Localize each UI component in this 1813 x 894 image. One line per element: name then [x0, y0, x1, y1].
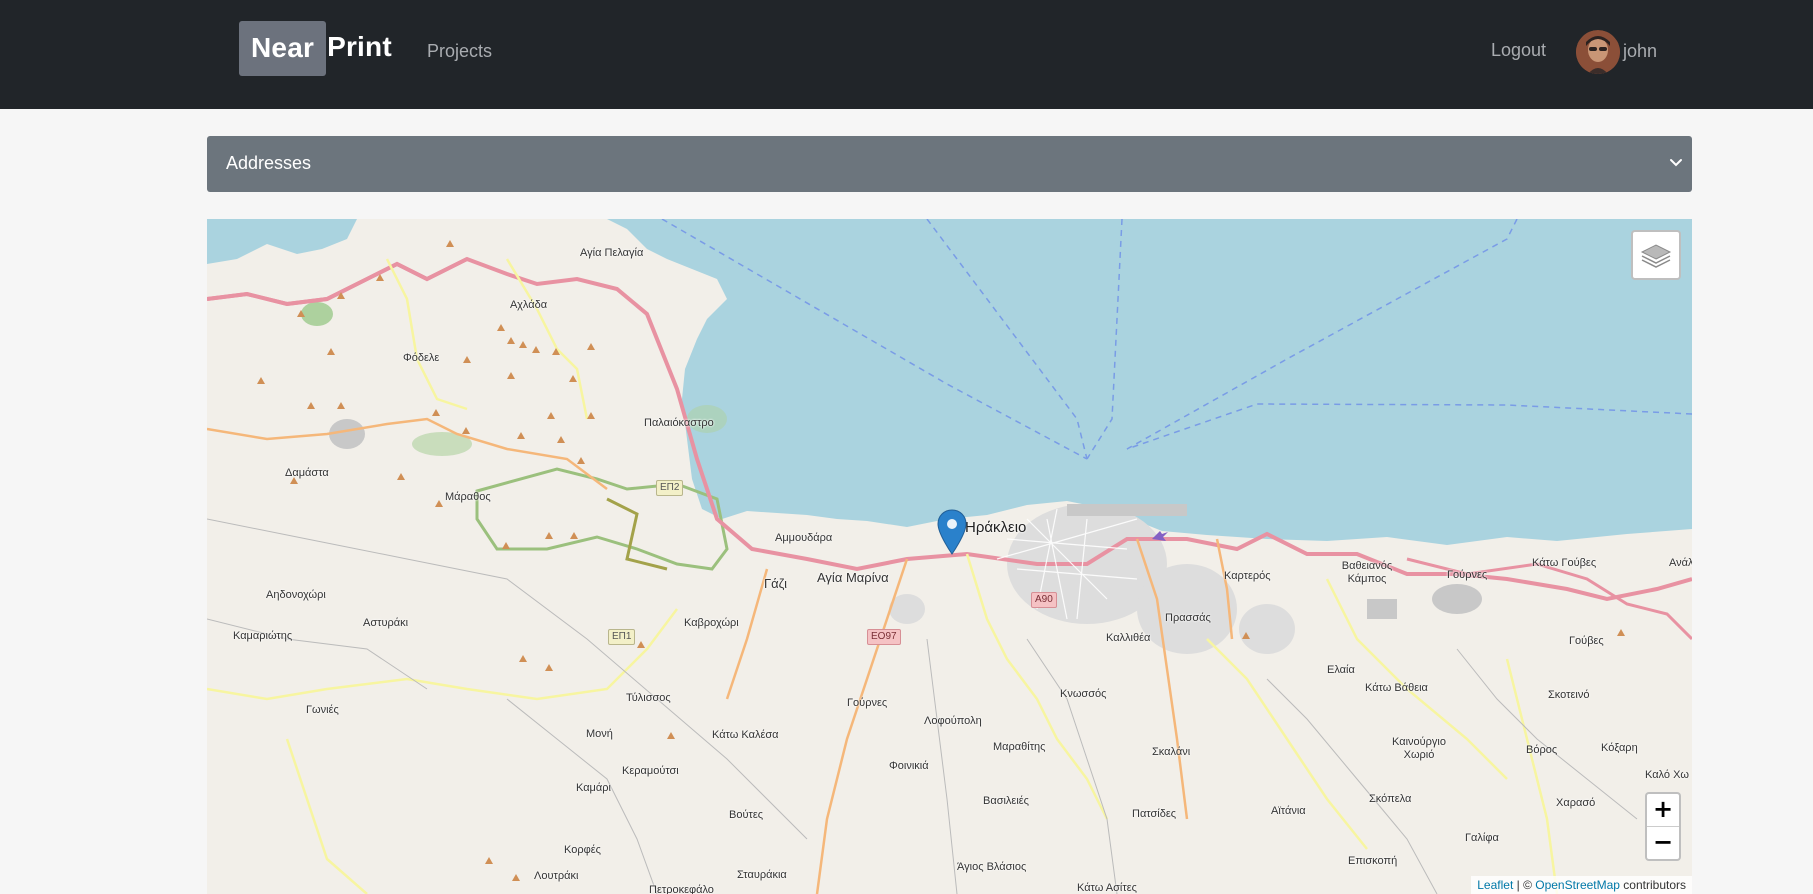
map-label: Τύλισσος [626, 692, 671, 704]
map-label: Κάτω Γούβες [1532, 557, 1597, 569]
zoom-control: + − [1645, 792, 1681, 861]
attribution-tail: contributors [1619, 878, 1686, 892]
openstreetmap-link[interactable]: OpenStreetMap [1535, 878, 1620, 892]
road-shield: ΕΠ2 [656, 480, 684, 496]
map-label: Βασιλειές [983, 795, 1029, 807]
zoom-in-button[interactable]: + [1647, 794, 1679, 827]
road-shield: Α90 [1031, 592, 1057, 608]
map-label: Σκοτεινό [1548, 689, 1590, 701]
map-label: Λοφούπολη [924, 715, 982, 727]
map-label: Αμμουδάρα [775, 532, 833, 544]
map-label: Κάτω Ασίτες [1077, 882, 1137, 894]
brand-logo[interactable]: Near Print [239, 21, 392, 76]
map-label: Μάραθος [445, 491, 491, 503]
map-label: Αστυράκι [363, 617, 409, 629]
map-label: Ελαία [1327, 664, 1355, 676]
layers-icon [1640, 244, 1672, 268]
map-label: Αϊτάνια [1271, 805, 1306, 817]
map-label: Μαραθίτης [993, 741, 1046, 753]
map-label: Φόδελε [403, 352, 440, 364]
top-navbar: Near Print Projects Logout john [0, 0, 1813, 109]
map-label: Βούτες [729, 809, 764, 821]
map-label: Επισκοπή [1348, 855, 1398, 867]
map-label: Γωνιές [306, 704, 339, 716]
map-label: Καλό Χω [1645, 769, 1689, 781]
map-label: Κνωσσός [1060, 688, 1107, 700]
map-label: Λουτράκι [534, 870, 579, 882]
road-shield: ΕΟ97 [867, 629, 901, 645]
map-label: Φοινικιά [889, 760, 929, 772]
map-label: Χαρασό [1556, 797, 1596, 809]
avatar [1576, 30, 1620, 74]
nav-projects-link[interactable]: Projects [427, 41, 492, 62]
map-label: Αχλάδα [510, 299, 548, 311]
attribution-separator: | © [1513, 878, 1536, 892]
map-label: Σκαλάνι [1152, 746, 1191, 758]
map-label: Βόρος [1526, 744, 1558, 756]
map-label: Γάζι [764, 576, 788, 591]
map-label: Σταυράκια [737, 869, 787, 881]
map-label: Κεραμούτσι [622, 765, 679, 777]
map-label: Πετροκεφάλο [649, 884, 714, 894]
map-label: Αγία Μαρίνα [817, 570, 889, 585]
map-view[interactable]: Αγία Πελαγία Αχλάδα Φόδελε Παλαιόκαστρο … [207, 219, 1692, 894]
map-label: Καρτερός [1224, 570, 1271, 582]
chevron-down-icon [1670, 159, 1682, 167]
map-label: Σκόπελα [1369, 793, 1412, 805]
brand-near: Near [239, 21, 327, 76]
map-label: Βαθειανός Κάμπος [1341, 560, 1393, 585]
map-tiles [207, 219, 1692, 894]
road-shield: ΕΠ1 [608, 629, 636, 645]
zoom-out-button[interactable]: − [1647, 827, 1679, 859]
map-label: Γαλίφα [1465, 832, 1499, 844]
map-label: Καλλιθέα [1106, 632, 1151, 644]
map-label: Μονή [586, 728, 613, 740]
user-name: john [1623, 40, 1658, 61]
map-label: Παλαιόκαστρο [644, 417, 714, 429]
map-label: Πατσίδες [1132, 808, 1177, 820]
map-label: Γούβες [1569, 635, 1604, 647]
map-label: Άγιος Βλάσιος [957, 861, 1027, 873]
map-label: Καμαριώτης [233, 630, 293, 642]
map-label: Δαμάστα [285, 467, 329, 479]
map-label: Ηράκλειο [965, 519, 1027, 536]
map-label: Καβροχώρι [684, 617, 739, 629]
layers-control-button[interactable] [1631, 230, 1681, 280]
brand-print: Print [327, 30, 392, 62]
user-menu[interactable]: john [1576, 30, 1657, 74]
map-label: Πρασσάς [1165, 612, 1211, 624]
map-label: Κάτω Βάθεια [1365, 682, 1428, 694]
map-label: Κόξαρη [1601, 742, 1638, 754]
addresses-select-value: Addresses [226, 153, 312, 173]
map-label: Αγία Πελαγία [580, 247, 644, 259]
map-label: Κορφές [564, 844, 601, 856]
map-label: Γούρνες [847, 697, 888, 709]
map-label: Κάτω Καλέσα [712, 729, 779, 741]
leaflet-link[interactable]: Leaflet [1477, 878, 1513, 892]
location-marker-icon[interactable] [937, 509, 967, 555]
map-attribution: Leaflet | © OpenStreetMap contributors [1471, 876, 1692, 894]
map-label: Αηδονοχώρι [266, 589, 326, 601]
addresses-select[interactable]: Addresses [207, 136, 1692, 192]
map-label: Καμάρι [576, 782, 611, 794]
map-label: Καινούργιο Χωριό [1392, 736, 1446, 761]
nav-logout-link[interactable]: Logout [1491, 40, 1546, 61]
map-label: Γούρνες [1447, 569, 1488, 581]
map-label: Ανάλ [1669, 557, 1692, 569]
